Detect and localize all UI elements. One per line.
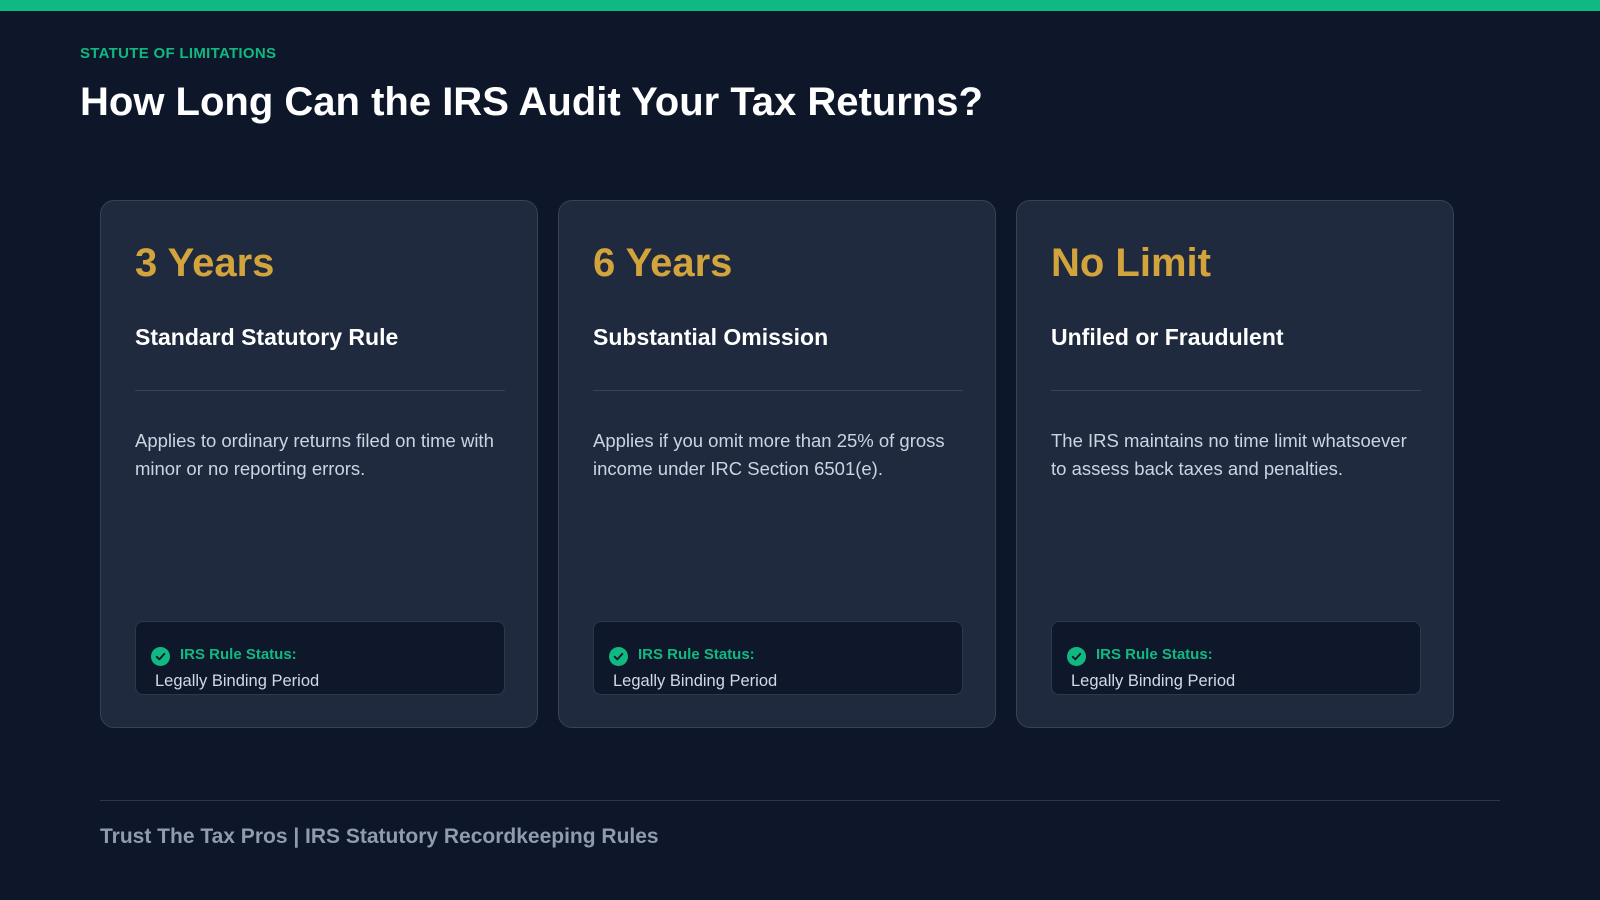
card-description: Applies if you omit more than 25% of gro… (593, 430, 945, 479)
status-label: IRS Rule Status: (1096, 646, 1213, 663)
card-heading: Substantial Omission (593, 324, 829, 350)
check-circle-icon (151, 647, 170, 666)
card-value: 3 Years (135, 241, 275, 285)
card-3-years: 3 Years Standard Statutory Rule Applies … (100, 200, 538, 728)
card-row: 3 Years Standard Statutory Rule Applies … (100, 200, 1454, 728)
status-value: Legally Binding Period (613, 672, 778, 690)
card-description: The IRS maintains no time limit whatsoev… (1051, 430, 1407, 479)
card-divider (135, 390, 505, 391)
card-no-limit: No Limit Unfiled or Fraudulent The IRS m… (1016, 200, 1454, 728)
status-label: IRS Rule Status: (180, 646, 297, 663)
card-value: No Limit (1051, 241, 1211, 285)
footer-divider (100, 800, 1500, 801)
card-description: Applies to ordinary returns filed on tim… (135, 430, 494, 479)
status-box: IRS Rule Status: Legally Binding Period (1051, 621, 1421, 695)
card-heading: Standard Statutory Rule (135, 324, 399, 350)
card-value: 6 Years (593, 241, 733, 285)
check-circle-icon (609, 647, 628, 666)
card-divider (593, 390, 963, 391)
slide: STATUTE OF LIMITATIONS How Long Can the … (0, 0, 1600, 900)
top-accent-bar (0, 0, 1600, 11)
status-label: IRS Rule Status: (638, 646, 755, 663)
status-box: IRS Rule Status: Legally Binding Period (593, 621, 963, 695)
eyebrow-label: STATUTE OF LIMITATIONS (80, 45, 277, 62)
check-circle-icon (1067, 647, 1086, 666)
status-box: IRS Rule Status: Legally Binding Period (135, 621, 505, 695)
card-divider (1051, 390, 1421, 391)
status-value: Legally Binding Period (1071, 672, 1236, 690)
page-title: How Long Can the IRS Audit Your Tax Retu… (80, 80, 983, 124)
footer-text: Trust The Tax Pros | IRS Statutory Recor… (100, 825, 659, 848)
card-6-years: 6 Years Substantial Omission Applies if … (558, 200, 996, 728)
status-value: Legally Binding Period (155, 672, 320, 690)
card-heading: Unfiled or Fraudulent (1051, 324, 1284, 350)
